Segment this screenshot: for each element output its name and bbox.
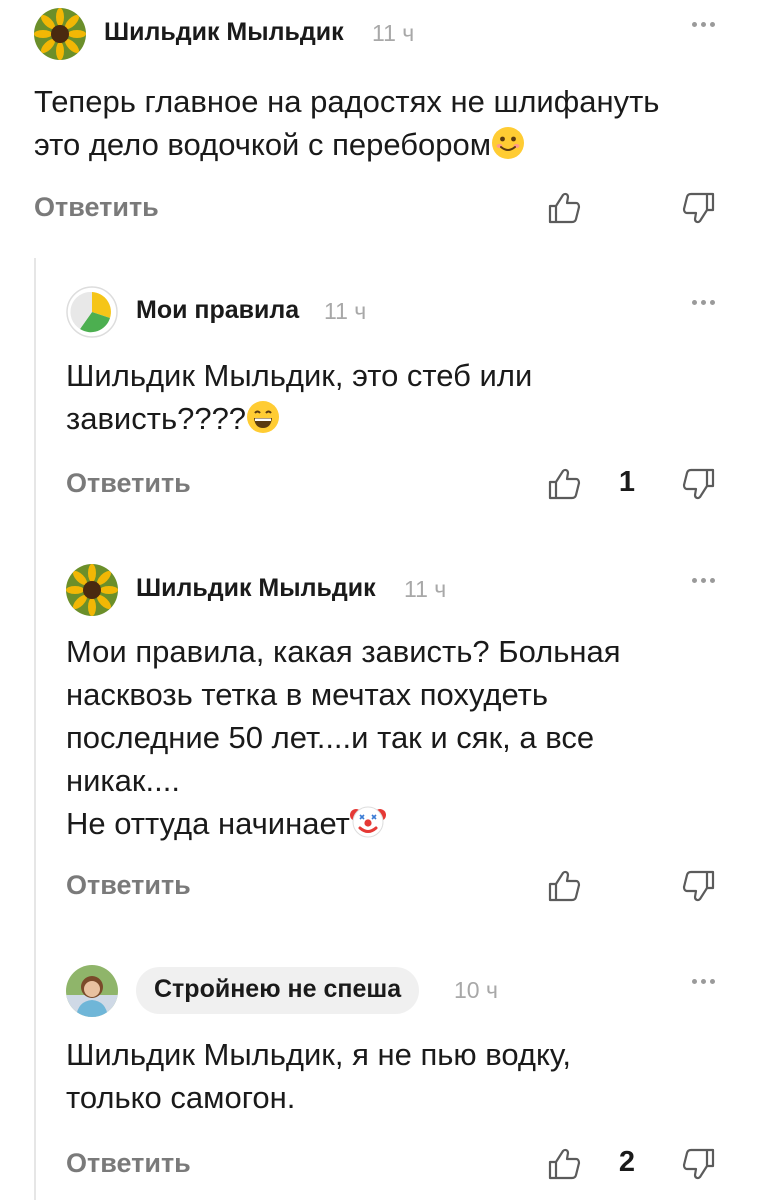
thumbs-down-icon[interactable]	[679, 188, 719, 233]
comment-line: Теперь главное на радостях не шлифануть	[34, 84, 660, 119]
reply-button[interactable]: Ответить	[66, 870, 191, 901]
sunflower-avatar-icon[interactable]	[34, 8, 86, 60]
comment-line: зависть????	[66, 401, 247, 436]
more-dots-icon[interactable]	[692, 300, 715, 305]
comment-actions: Ответить 2	[0, 1140, 765, 1190]
comment-text: Шильдик Мыльдик, это стеб или зависть???…	[66, 354, 746, 445]
thumbs-up-icon[interactable]	[544, 464, 584, 509]
comment-line: Шильдик Мыльдик, это стеб или	[66, 358, 533, 393]
reply-button[interactable]: Ответить	[66, 468, 191, 499]
thumbs-down-icon[interactable]	[679, 1144, 719, 1189]
reply-button[interactable]: Ответить	[34, 192, 159, 223]
like-count: 2	[618, 1146, 636, 1178]
thumbs-up-icon[interactable]	[544, 866, 584, 911]
comment-actions: Ответить 1	[0, 460, 765, 510]
comment-line: это дело водочкой с перебором	[34, 127, 492, 162]
comment: Шильдик Мыльдик 11 ч Мои правила, какая …	[0, 556, 765, 902]
comment-time: 11 ч	[372, 20, 415, 46]
comment-header: Шильдик Мыльдик 11 ч	[0, 556, 765, 622]
like-count: 1	[618, 466, 636, 498]
comment: Мои правила 11 ч Шильдик Мыльдик, это ст…	[0, 278, 765, 500]
thumbs-down-icon[interactable]	[679, 866, 719, 911]
comment-time: 10 ч	[454, 977, 498, 1003]
comment-header: Стройнею не спеша 10 ч	[0, 957, 765, 1023]
comment-line: Мои правила, какая зависть? Больная	[66, 634, 621, 669]
thread-line	[34, 258, 36, 1200]
sunflower-avatar-icon[interactable]	[66, 564, 118, 616]
thumbs-up-icon[interactable]	[544, 188, 584, 233]
author-name[interactable]: Шильдик Мыльдик	[104, 18, 344, 47]
grinning-face-icon	[246, 400, 280, 445]
comment-line: Шильдик Мыльдик, я не пью водку,	[66, 1037, 571, 1072]
thumbs-down-icon[interactable]	[679, 464, 719, 509]
more-dots-icon[interactable]	[692, 578, 715, 583]
comment-line: только самогон.	[66, 1080, 296, 1115]
comment-line: насквозь тетка в мечтах похудеть	[66, 677, 549, 712]
author-name[interactable]: Мои правила	[136, 296, 299, 325]
comment-line: никак....	[66, 763, 180, 798]
author-name-pill[interactable]: Стройнею не спеша	[136, 967, 420, 1014]
more-dots-icon[interactable]	[692, 979, 715, 984]
comment-actions: Ответить	[0, 862, 765, 912]
more-dots-icon[interactable]	[692, 22, 715, 27]
comment-line: последние 50 лет....и так и сяк, а все	[66, 720, 595, 755]
comment-line: Не оттуда начинает	[66, 806, 350, 841]
comment-header: Шильдик Мыльдик 11 ч	[0, 0, 765, 66]
comment-text: Шильдик Мыльдик, я не пью водку, только …	[66, 1033, 746, 1119]
clown-face-icon	[349, 803, 386, 850]
thumbs-up-icon[interactable]	[544, 1144, 584, 1189]
comment: Шильдик Мыльдик 11 ч Теперь главное на р…	[0, 0, 765, 224]
slightly-smiling-face-icon	[491, 126, 525, 171]
author-name[interactable]: Шильдик Мыльдик	[136, 574, 376, 603]
reply-button[interactable]: Ответить	[66, 1148, 191, 1179]
user-photo-avatar-icon[interactable]	[66, 965, 118, 1017]
comment-time: 11 ч	[404, 576, 447, 602]
comment: Стройнею не спеша 10 ч Шильдик Мыльдик, …	[0, 957, 765, 1180]
comment-actions: Ответить	[0, 184, 765, 234]
mybrand-logo-avatar-icon[interactable]	[66, 286, 118, 338]
comment-text: Теперь главное на радостях не шлифануть …	[34, 80, 744, 171]
comment-text: Мои правила, какая зависть? Больная наск…	[66, 630, 746, 850]
comment-header: Мои правила 11 ч	[0, 278, 765, 344]
comment-time: 11 ч	[324, 298, 367, 324]
